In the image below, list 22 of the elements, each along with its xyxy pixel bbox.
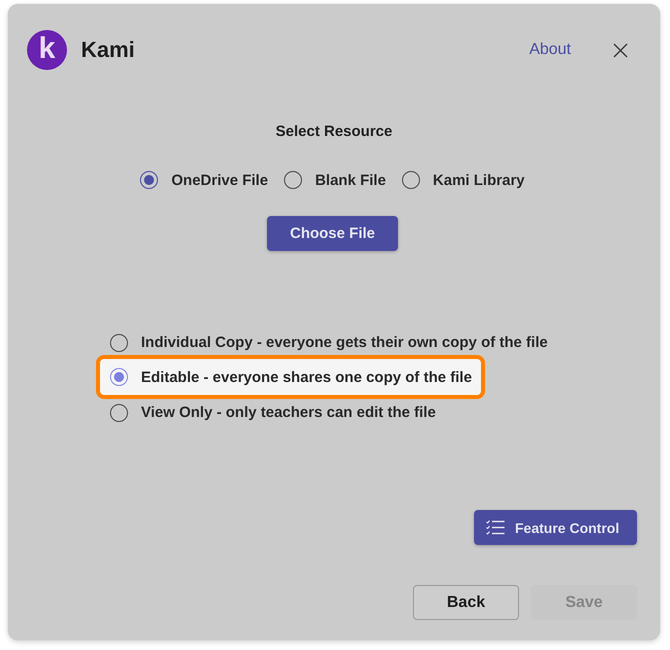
- choose-file-button[interactable]: Choose File: [267, 216, 398, 251]
- feature-control-button[interactable]: Feature Control: [474, 510, 637, 545]
- radio-button[interactable]: [140, 171, 158, 189]
- radio-button[interactable]: [110, 404, 128, 422]
- app-logo: k: [27, 30, 67, 70]
- radio-button[interactable]: [402, 171, 420, 189]
- radio-label: Kami Library: [432, 172, 525, 188]
- radio-label: Individual Copy - everyone gets their own copy of the file: [141, 334, 548, 351]
- radio-label: Blank File: [315, 172, 386, 188]
- close-button[interactable]: [612, 42, 629, 58]
- radio-label: OneDrive File: [171, 172, 268, 188]
- radio-button[interactable]: [110, 368, 128, 386]
- radio-button[interactable]: [284, 171, 302, 189]
- section-heading: Select Resource: [276, 122, 392, 142]
- radio-button[interactable]: [110, 334, 128, 352]
- app-title: Kami: [81, 37, 135, 63]
- about-link[interactable]: About: [529, 41, 571, 59]
- radio-label: View Only - only teachers can edit the file: [141, 404, 436, 421]
- close-icon: [613, 42, 628, 58]
- secondary-button[interactable]: Back: [413, 585, 519, 620]
- checklist-icon: [486, 520, 505, 535]
- radio-label: Editable - everyone shares one copy of the file: [141, 368, 472, 386]
